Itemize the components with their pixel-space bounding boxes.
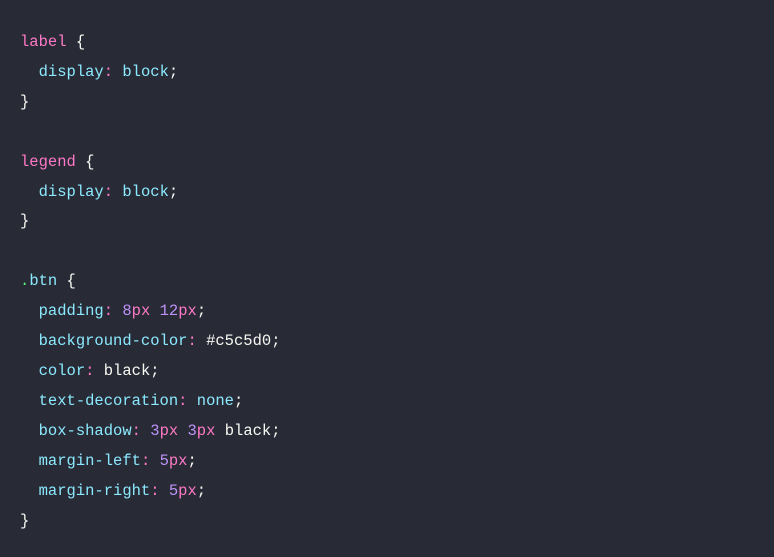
code-value: #c5c5d0 — [206, 332, 271, 350]
code-semicolon: ; — [187, 452, 196, 470]
code-brace: } — [20, 93, 29, 111]
code-colon: : — [104, 63, 113, 81]
code-semicolon: ; — [169, 183, 178, 201]
code-property: color — [39, 362, 86, 380]
code-value: px — [178, 302, 197, 320]
code-property: box-shadow — [39, 422, 132, 440]
code-property: display — [39, 63, 104, 81]
code-property: margin-right — [39, 482, 151, 500]
code-colon: : — [141, 452, 150, 470]
code-brace: } — [20, 512, 29, 530]
code-value: block — [122, 183, 169, 201]
code-value: 3 — [187, 422, 196, 440]
code-value: px — [132, 302, 151, 320]
code-semicolon: ; — [271, 422, 280, 440]
code-colon: : — [104, 302, 113, 320]
code-value: block — [122, 63, 169, 81]
code-colon: : — [178, 392, 187, 410]
code-value: 3 — [150, 422, 159, 440]
code-value: px — [197, 422, 216, 440]
code-property: text-decoration — [39, 392, 179, 410]
code-value: black — [225, 422, 272, 440]
code-semicolon: ; — [234, 392, 243, 410]
code-value: 5 — [160, 452, 169, 470]
code-value: px — [160, 422, 179, 440]
code-selector: btn — [29, 272, 57, 290]
code-block: label { display: block; } legend { displ… — [20, 28, 754, 536]
code-value: px — [169, 452, 188, 470]
code-value: 12 — [160, 302, 179, 320]
code-value: 8 — [122, 302, 131, 320]
code-selector: . — [20, 272, 29, 290]
code-semicolon: ; — [150, 362, 159, 380]
code-brace: { — [67, 272, 76, 290]
code-property: margin-left — [39, 452, 141, 470]
code-value: black — [104, 362, 151, 380]
code-semicolon: ; — [169, 63, 178, 81]
code-value: 5 — [169, 482, 178, 500]
code-semicolon: ; — [197, 302, 206, 320]
code-property: display — [39, 183, 104, 201]
code-property: background-color — [39, 332, 188, 350]
code-colon: : — [187, 332, 196, 350]
code-value: px — [178, 482, 197, 500]
code-brace: } — [20, 212, 29, 230]
code-colon: : — [85, 362, 94, 380]
code-value: none — [197, 392, 234, 410]
code-colon: : — [150, 482, 159, 500]
code-colon: : — [132, 422, 141, 440]
code-brace: { — [76, 33, 85, 51]
code-selector: label — [20, 33, 67, 51]
code-semicolon: ; — [197, 482, 206, 500]
code-selector: legend — [20, 153, 76, 171]
code-colon: : — [104, 183, 113, 201]
code-property: padding — [39, 302, 104, 320]
code-semicolon: ; — [271, 332, 280, 350]
code-brace: { — [85, 153, 94, 171]
